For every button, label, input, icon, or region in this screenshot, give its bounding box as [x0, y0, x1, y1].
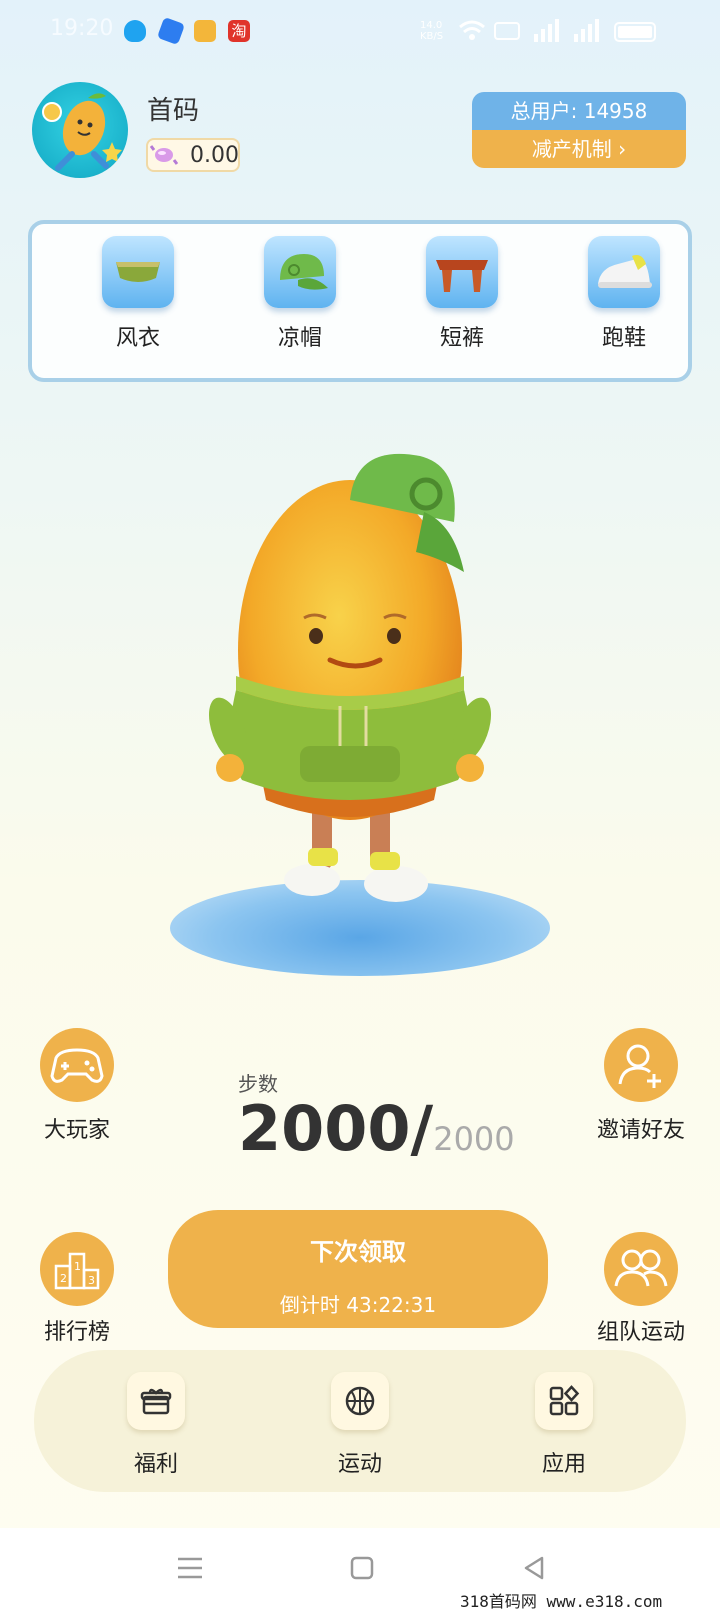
signal-icon-2: [574, 19, 599, 42]
claim-button[interactable]: 下次领取 倒计时 43:22:31: [168, 1210, 548, 1328]
equip-item-jacket[interactable]: 风衣: [78, 236, 198, 366]
mango-character-icon[interactable]: [200, 440, 520, 930]
reduction-mechanism-label: 减产机制: [531, 137, 612, 161]
qq-icon: [124, 20, 146, 42]
equipment-panel: 风衣 凉帽 短裤 跑鞋: [28, 220, 692, 382]
chevron-right-icon: ›: [618, 137, 627, 161]
tab-apps[interactable]: 应用: [494, 1372, 634, 1478]
ranking-label: 排行榜: [43, 1320, 110, 1345]
basketball-icon: [331, 1372, 389, 1430]
avatar[interactable]: [32, 82, 128, 178]
app-icon: [156, 16, 186, 46]
cap-icon: [264, 236, 336, 308]
team-sport-label: 组队运动: [596, 1320, 685, 1345]
equip-label: 跑鞋: [601, 326, 646, 351]
countdown: 倒计时 43:22:31: [279, 1293, 437, 1317]
wifi-icon: [459, 20, 485, 40]
add-user-icon: [618, 1044, 661, 1088]
invite-friends-label: 邀请好友: [596, 1118, 685, 1143]
battery-icon: [614, 22, 656, 42]
player-label: 大玩家: [43, 1118, 110, 1143]
svg-text:1: 1: [74, 1260, 81, 1273]
equip-item-shorts[interactable]: 短裤: [402, 236, 522, 366]
shorts-icon: [426, 236, 498, 308]
equip-item-cap[interactable]: 凉帽: [240, 236, 360, 366]
tab-welfare[interactable]: 福利: [86, 1372, 226, 1478]
claim-title: 下次领取: [310, 1238, 406, 1266]
bottom-tab-bar: 福利 运动 应用: [34, 1350, 686, 1492]
network-speed: 14.0 KB/S: [420, 20, 444, 42]
signal-icon-1: [534, 19, 559, 42]
svg-text:3: 3: [88, 1274, 95, 1287]
svg-text:2: 2: [60, 1272, 67, 1285]
equip-label: 短裤: [439, 326, 484, 351]
back-icon[interactable]: [522, 1556, 546, 1580]
sneaker-icon: [588, 236, 660, 308]
status-bar: 19:20 淘 14.0 KB/S: [0, 0, 720, 64]
tab-sport[interactable]: 运动: [290, 1372, 430, 1478]
steps-current: 2000/: [238, 1092, 434, 1165]
tab-label: 应用: [541, 1452, 586, 1477]
status-time: 19:20: [50, 16, 114, 41]
tab-label: 福利: [133, 1452, 178, 1477]
total-users: 总用户: 14958: [472, 92, 686, 130]
team-icon: [614, 1249, 668, 1287]
gamepad-icon: [50, 1048, 104, 1083]
steps-counter: 2000/2000: [238, 1092, 515, 1165]
mango-avatar-icon: [42, 93, 122, 171]
candy-icon: [150, 145, 178, 165]
jacket-icon: [102, 236, 174, 308]
player-button[interactable]: [40, 1028, 114, 1102]
hd-icon: [494, 22, 520, 40]
menu-icon[interactable]: [176, 1556, 204, 1580]
users-box: 总用户: 14958 减产机制 ›: [472, 92, 686, 168]
podium-icon: 213: [54, 1252, 100, 1290]
gift-icon: [127, 1372, 185, 1430]
team-sport-button[interactable]: [604, 1232, 678, 1306]
book-icon: [194, 20, 216, 42]
home-icon[interactable]: [350, 1556, 374, 1580]
invite-friends-button[interactable]: [604, 1028, 678, 1102]
equip-label: 凉帽: [277, 326, 322, 351]
ranking-button[interactable]: 213: [40, 1232, 114, 1306]
reduction-mechanism-button[interactable]: 减产机制 ›: [472, 130, 686, 168]
equip-label: 风衣: [115, 326, 160, 351]
watermark: 318首码网 www.e318.com: [460, 1592, 663, 1611]
apps-icon: [535, 1372, 593, 1430]
balance-value: 0.00: [190, 143, 239, 168]
steps-max: 2000: [433, 1120, 515, 1158]
tab-label: 运动: [337, 1452, 382, 1477]
equip-item-sneakers[interactable]: 跑鞋: [564, 236, 684, 366]
username: 首码: [147, 96, 200, 126]
taobao-icon: 淘: [228, 20, 250, 42]
